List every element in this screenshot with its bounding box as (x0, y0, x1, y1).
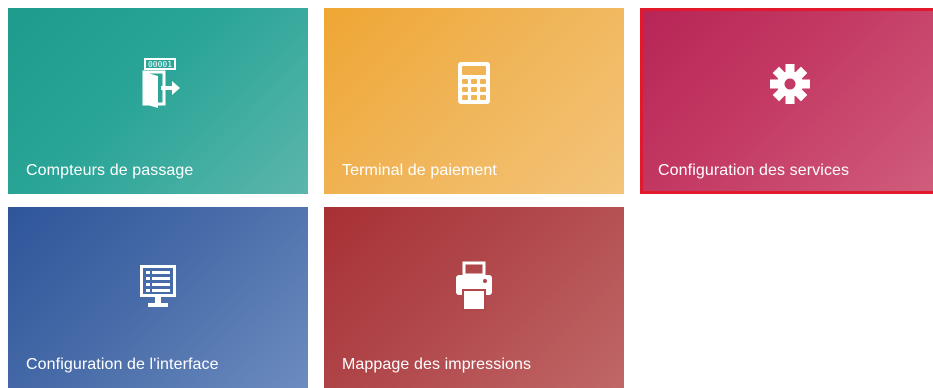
gear-icon (760, 54, 820, 114)
tile-configuration-de-l-interface[interactable]: Configuration de l'interface (8, 207, 308, 388)
tile-label: Configuration de l'interface (26, 356, 219, 373)
tile-label: Mappage des impressions (342, 356, 532, 373)
calculator-icon (444, 54, 504, 114)
tile-label: Compteurs de passage (26, 162, 194, 179)
tile-configuration-des-services[interactable]: Configuration des services (640, 8, 933, 194)
tile-mappage-des-impressions[interactable]: Mappage des impressions (324, 207, 624, 388)
tile-grid: 00001 Compteurs de passage Terminal de p… (0, 0, 933, 388)
monitor-list-icon (128, 257, 188, 317)
tile-terminal-de-paiement[interactable]: Terminal de paiement (324, 8, 624, 194)
tile-compteurs-de-passage[interactable]: 00001 Compteurs de passage (8, 8, 308, 194)
counter-exit-icon: 00001 (128, 54, 188, 114)
svg-text:00001: 00001 (148, 60, 172, 69)
tile-label: Configuration des services (658, 162, 850, 179)
tile-label: Terminal de paiement (342, 162, 497, 179)
printer-icon (444, 257, 504, 317)
